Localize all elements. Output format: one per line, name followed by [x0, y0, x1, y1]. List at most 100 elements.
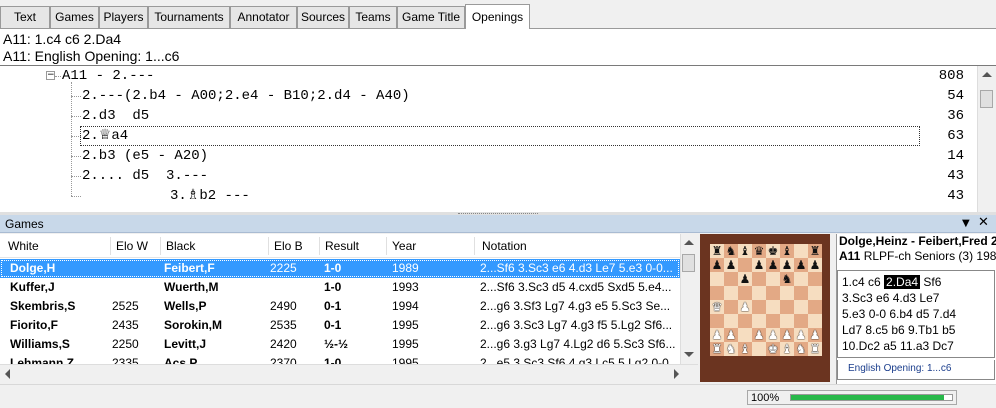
- board-square[interactable]: ♟: [738, 300, 752, 314]
- board-square[interactable]: ♟: [752, 328, 766, 342]
- scroll-up-icon[interactable]: [684, 240, 694, 245]
- board-square[interactable]: ♜: [808, 342, 822, 356]
- board-square[interactable]: [752, 286, 766, 300]
- board-square[interactable]: ♟: [794, 328, 808, 342]
- board-square[interactable]: ♛: [752, 244, 766, 258]
- board-square[interactable]: [710, 286, 724, 300]
- board-square[interactable]: ♟: [780, 258, 794, 272]
- board-square[interactable]: [780, 314, 794, 328]
- tab-players[interactable]: Players: [99, 6, 148, 28]
- board-square[interactable]: ♛: [710, 300, 724, 314]
- tab-game-title[interactable]: Game Title: [397, 6, 465, 28]
- move-line[interactable]: 3.Sc3 e6 4.d3 Le7: [842, 290, 994, 306]
- col-elo-w[interactable]: Elo W: [116, 239, 148, 253]
- board-square[interactable]: [766, 300, 780, 314]
- tree-row[interactable]: 2.---(2.b4 - A00;2.e4 - B10;2.d4 - A40) …: [0, 86, 976, 106]
- board-square[interactable]: [780, 300, 794, 314]
- board-square[interactable]: [766, 314, 780, 328]
- move-line[interactable]: Ld7 8.c5 b6 9.Tb1 b5: [842, 322, 994, 338]
- scroll-left-icon[interactable]: [5, 369, 10, 379]
- board-square[interactable]: [724, 314, 738, 328]
- board-square[interactable]: [780, 286, 794, 300]
- tab-openings[interactable]: Openings: [465, 4, 530, 29]
- board-square[interactable]: [766, 272, 780, 286]
- move-line[interactable]: 10.Dc2 a5 11.a3 Dc7: [842, 338, 994, 354]
- game-row-selected[interactable]: Dolge,H Feibert,F 2225 1-0 1989 2...Sf6 …: [0, 259, 680, 278]
- board-square[interactable]: [766, 286, 780, 300]
- board-square[interactable]: ♞: [724, 244, 738, 258]
- board-square[interactable]: ♜: [710, 244, 724, 258]
- board-square[interactable]: [738, 328, 752, 342]
- board-square[interactable]: [738, 286, 752, 300]
- move-line[interactable]: 5.e3 0-0 6.b4 d5 7.d4: [842, 306, 994, 322]
- board-square[interactable]: [752, 272, 766, 286]
- board-square[interactable]: [808, 300, 822, 314]
- board-square[interactable]: [794, 244, 808, 258]
- board-square[interactable]: ♟: [752, 258, 766, 272]
- board-square[interactable]: ♟: [710, 258, 724, 272]
- tab-tournaments[interactable]: Tournaments: [148, 6, 230, 28]
- game-row[interactable]: Fiorito,F 2435 Sorokin,M 2535 0-1 1995 2…: [0, 316, 680, 335]
- board-square[interactable]: ♟: [794, 258, 808, 272]
- board-square[interactable]: ♜: [808, 244, 822, 258]
- moves-after[interactable]: Sf6: [923, 275, 941, 289]
- dropdown-arrow-icon[interactable]: ▼: [962, 218, 970, 229]
- notation-moves[interactable]: 1.c4 c6 2.Da4 Sf6 3.Sc3 e6 4.d3 Le7 5.e3…: [837, 270, 995, 358]
- game-row[interactable]: Skembris,S 2525 Wells,P 2490 0-1 1994 2.…: [0, 297, 680, 316]
- scroll-down-icon[interactable]: [684, 352, 694, 357]
- board-square[interactable]: [738, 314, 752, 328]
- chess-board[interactable]: ♜ ♞ ♝ ♛ ♚ ♝ ♜ ♟ ♟ ♟ ♟ ♟ ♟ ♟ ♟ ♞ ♛ ♟ ♟ ♟ ♟ ♟ ♟ ♟ ♟ ♜ ♞ ♝ ♚ ♝ ♞ ♜: [710, 244, 822, 356]
- current-move[interactable]: 2.Da4: [884, 275, 921, 289]
- games-scrollbar[interactable]: [680, 234, 698, 364]
- board-square[interactable]: ♟: [766, 328, 780, 342]
- tree-scrollbar[interactable]: [977, 66, 996, 212]
- scroll-right-icon[interactable]: [674, 369, 679, 379]
- board-square[interactable]: [738, 258, 752, 272]
- board-square[interactable]: [752, 300, 766, 314]
- board-square[interactable]: [794, 300, 808, 314]
- tree-row[interactable]: 2.b3 (e5 - A20) 14: [0, 146, 976, 166]
- board-square[interactable]: ♞: [780, 272, 794, 286]
- board-square[interactable]: [710, 272, 724, 286]
- board-square[interactable]: ♜: [710, 342, 724, 356]
- game-row[interactable]: Lehmann,Z 2335 Acs,P 2370 1-0 1995 2...e…: [0, 354, 680, 364]
- moves-before[interactable]: 1.c4 c6: [842, 275, 881, 289]
- col-elo-b[interactable]: Elo B: [274, 239, 303, 253]
- close-icon[interactable]: ✕: [978, 215, 989, 230]
- tab-text[interactable]: Text: [0, 6, 50, 28]
- board-square[interactable]: [808, 272, 822, 286]
- board-square[interactable]: ♟: [808, 258, 822, 272]
- scroll-up-icon[interactable]: [982, 72, 992, 77]
- col-notation[interactable]: Notation: [482, 239, 527, 253]
- tab-sources[interactable]: Sources: [297, 6, 349, 28]
- tab-games[interactable]: Games: [50, 6, 99, 28]
- tree-row[interactable]: 2.... d5 3.--- 43: [0, 166, 976, 186]
- board-square[interactable]: ♞: [724, 342, 738, 356]
- col-white[interactable]: White: [8, 239, 39, 253]
- board-square[interactable]: ♞: [794, 342, 808, 356]
- game-row[interactable]: Kuffer,J Wuerth,M 1-0 1993 2...Sf6 3.Sc3…: [0, 278, 680, 297]
- col-black[interactable]: Black: [166, 239, 195, 253]
- board-square[interactable]: [794, 286, 808, 300]
- scroll-thumb[interactable]: [682, 254, 695, 272]
- board-square[interactable]: ♟: [724, 328, 738, 342]
- board-square[interactable]: ♝: [780, 342, 794, 356]
- board-square[interactable]: [808, 314, 822, 328]
- board-square[interactable]: ♚: [766, 244, 780, 258]
- board-square[interactable]: ♟: [724, 258, 738, 272]
- col-year[interactable]: Year: [392, 239, 416, 253]
- board-square[interactable]: [808, 286, 822, 300]
- tree-row[interactable]: 3.♗b2 --- 43: [0, 186, 976, 206]
- board-square[interactable]: ♝: [738, 342, 752, 356]
- tree-row[interactable]: 2.d3 d5 36: [0, 106, 976, 126]
- board-square[interactable]: [724, 286, 738, 300]
- board-square[interactable]: [794, 272, 808, 286]
- board-square[interactable]: ♟: [710, 328, 724, 342]
- games-hscrollbar[interactable]: [0, 364, 698, 381]
- scroll-thumb[interactable]: [980, 90, 993, 108]
- board-square[interactable]: ♟: [808, 328, 822, 342]
- board-square[interactable]: ♟: [780, 328, 794, 342]
- board-square[interactable]: [794, 314, 808, 328]
- board-square[interactable]: [752, 314, 766, 328]
- board-square[interactable]: ♝: [780, 244, 794, 258]
